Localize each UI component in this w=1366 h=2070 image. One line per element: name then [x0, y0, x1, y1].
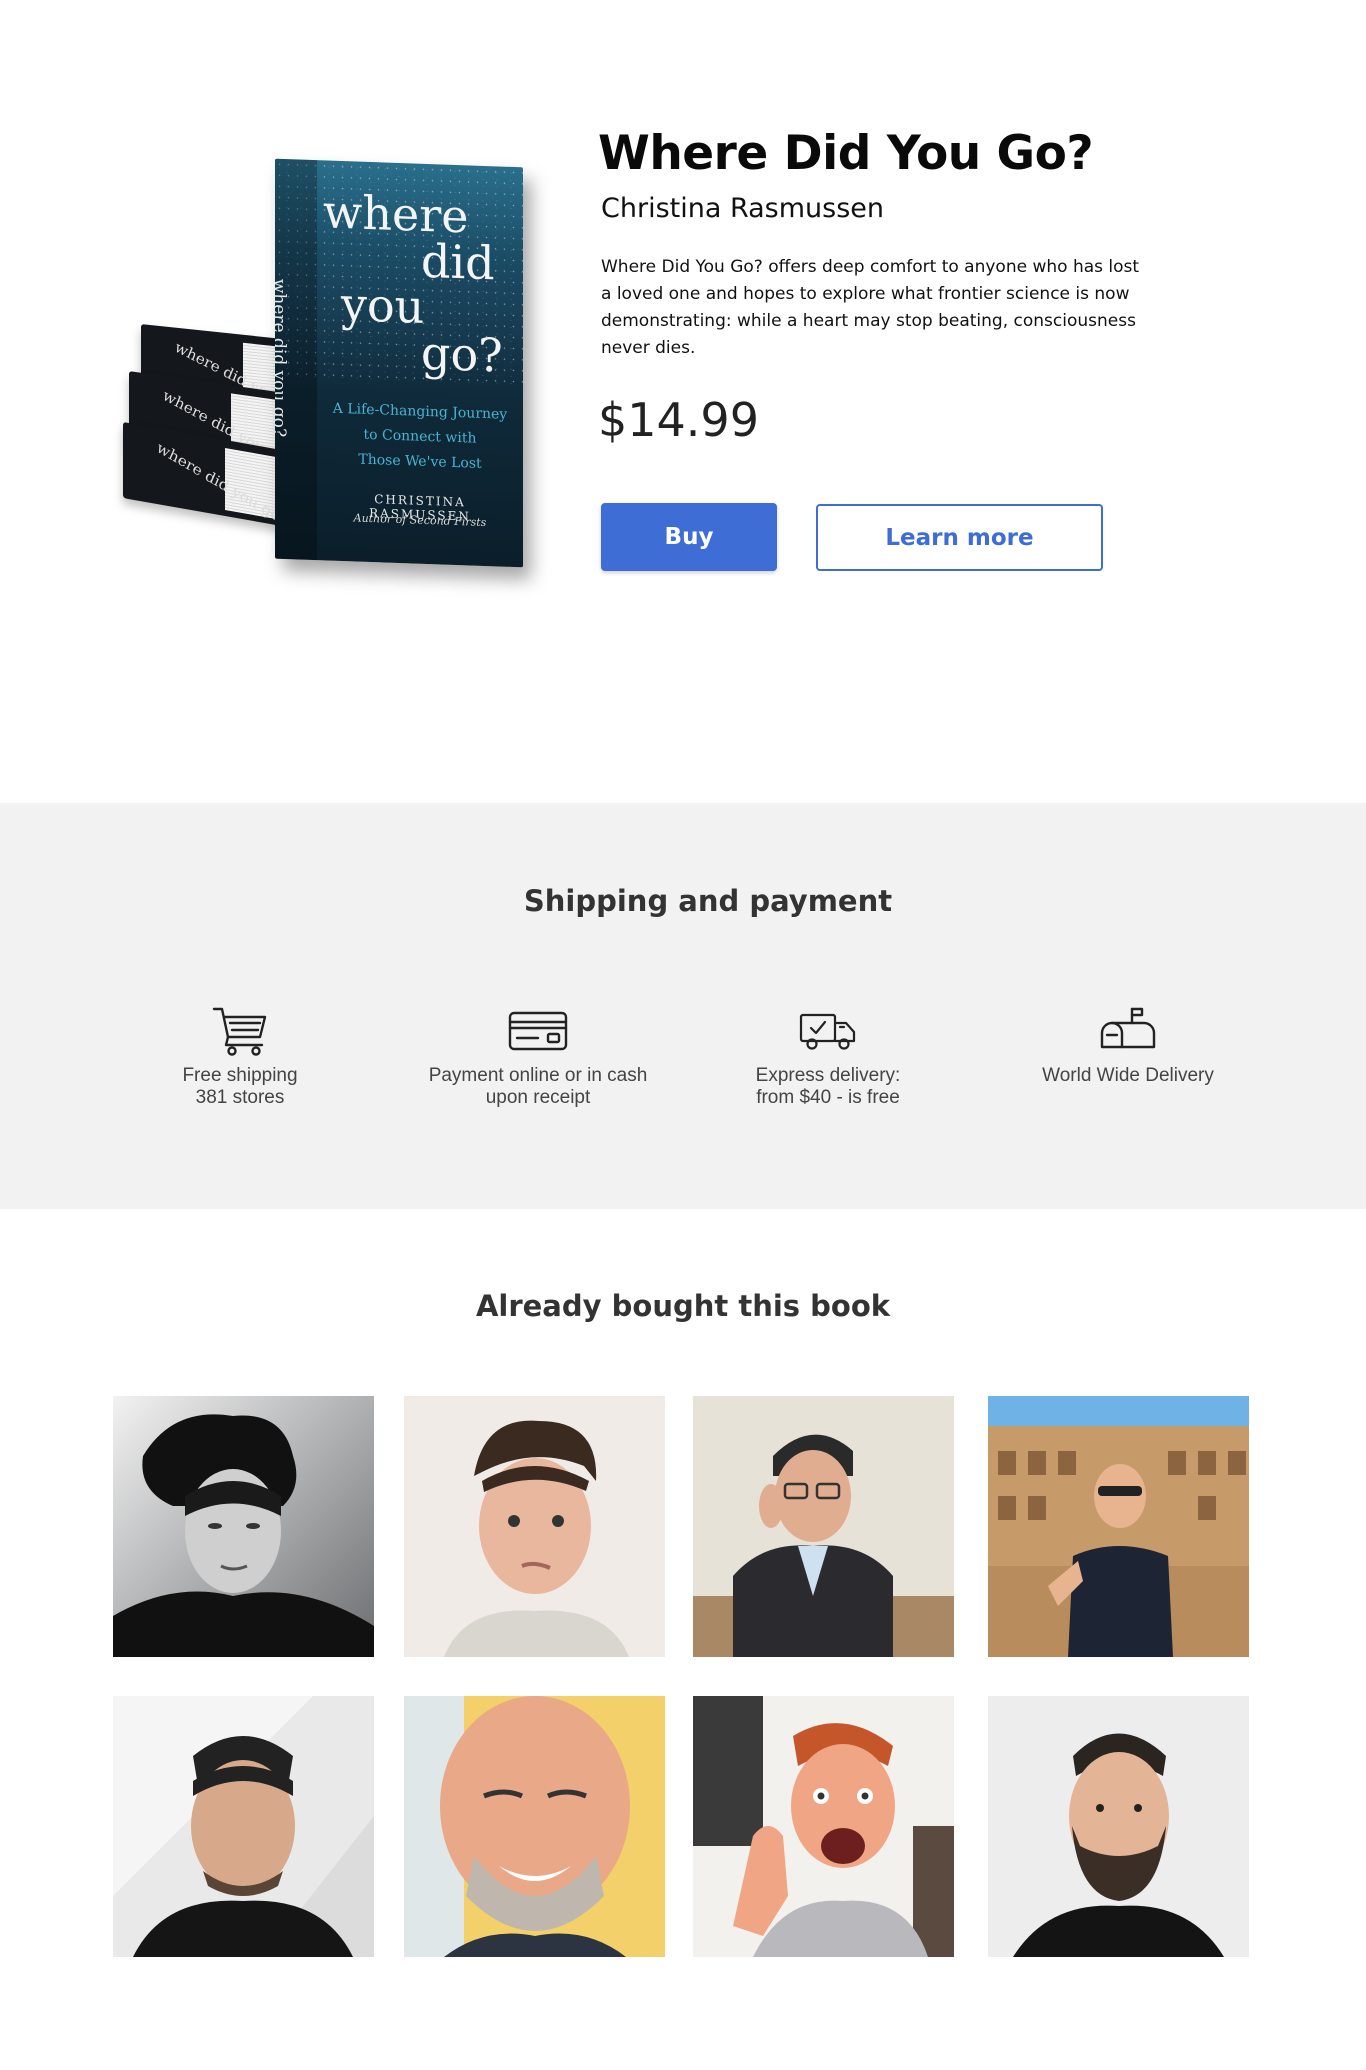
buyers-title: Already bought this book [475, 1289, 891, 1323]
book-author: Christina Rasmussen [601, 193, 885, 224]
buyer-photo [693, 1396, 954, 1657]
buyer-photo [404, 1696, 665, 1957]
buyer-avatar[interactable] [988, 1396, 1249, 1657]
buyer-avatar[interactable] [988, 1696, 1249, 1957]
shipping-feature-text: World Wide Delivery [1042, 1065, 1214, 1086]
book-price: $14.99 [598, 393, 759, 447]
shipping-section: Shipping and payment Free shipping 381 s… [0, 803, 1366, 1209]
buyer-photo [113, 1696, 374, 1957]
book-title: Where Did You Go? [598, 126, 1094, 181]
buyer-avatar[interactable] [404, 1696, 665, 1957]
product-hero: where did you go? where did you go? wher… [0, 0, 1366, 803]
cover-title: where did you go? [323, 184, 503, 383]
shipping-title: Shipping and payment [523, 884, 893, 918]
buyer-photo [988, 1696, 1249, 1957]
shipping-feature-text: Free shipping 381 stores [182, 1065, 298, 1108]
learn-more-button[interactable]: Learn more [816, 504, 1103, 571]
shipping-feature-text: Payment online or in cash upon receipt [428, 1065, 648, 1108]
book-cover-image: where did you go? where did you go? wher… [105, 155, 565, 575]
shipping-feature-worldwide: World Wide Delivery [978, 1003, 1278, 1087]
buyer-photo [693, 1696, 954, 1957]
book-description: Where Did You Go? offers deep comfort to… [601, 257, 1140, 358]
buyer-photo [404, 1396, 665, 1657]
buyer-avatar[interactable] [113, 1396, 374, 1657]
cover-subtitle: A Life-Changing Journey to Connect with … [332, 400, 508, 472]
mailbox-icon [1100, 1007, 1156, 1049]
buyer-avatar[interactable] [404, 1396, 665, 1657]
buy-button[interactable]: Buy [601, 503, 777, 571]
buyer-photo [988, 1396, 1249, 1657]
shipping-feature-text: Express delivery: from $40 - is free [755, 1065, 901, 1108]
buyer-avatar[interactable] [113, 1696, 374, 1957]
book-front-cover: where did you go? where did you go? A Li… [275, 158, 523, 568]
delivery-truck-icon [799, 1013, 856, 1050]
buyers-section: Already bought this book [0, 1209, 1366, 2070]
buyer-avatar[interactable] [693, 1696, 954, 1957]
buyer-avatar[interactable] [693, 1396, 954, 1657]
book-spine-text: where did you go? [275, 278, 289, 438]
shipping-feature-express-delivery: Express delivery: from $40 - is free [678, 1003, 978, 1109]
buyer-photo [113, 1396, 374, 1657]
shopping-cart-icon [212, 1007, 267, 1056]
credit-card-icon [508, 1011, 568, 1051]
shipping-feature-payment: Payment online or in cash upon receipt [388, 1003, 688, 1109]
shipping-feature-free-shipping: Free shipping 381 stores [90, 1003, 390, 1109]
